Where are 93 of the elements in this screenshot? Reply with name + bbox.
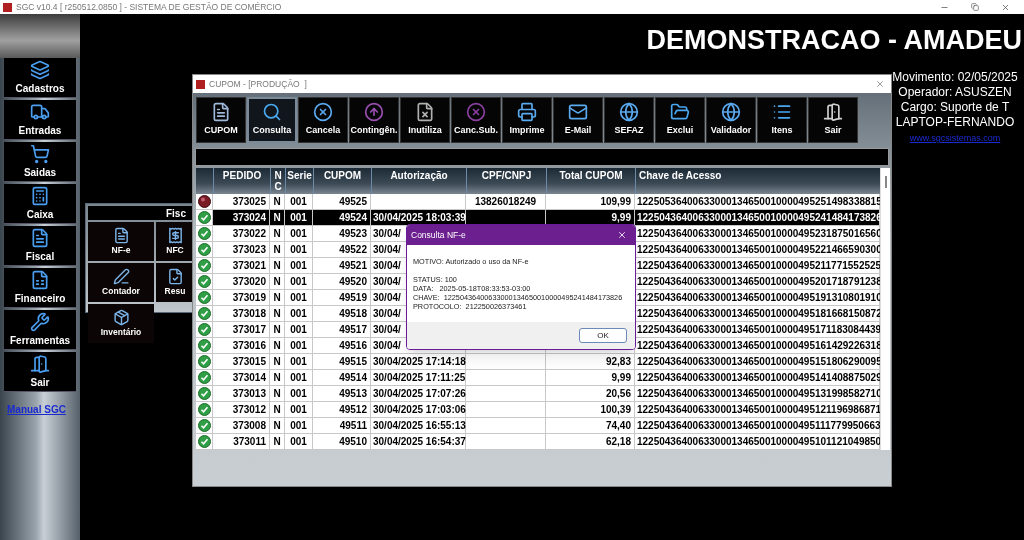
- exit-icon: [30, 353, 50, 374]
- header-title: DEMONSTRACAO - AMADEU: [646, 24, 1022, 57]
- cancel-icon: [466, 102, 486, 123]
- sidebar-button[interactable]: Cadastros: [4, 58, 76, 98]
- panel-item[interactable]: Inventário: [88, 304, 154, 343]
- toolbar-button[interactable]: Itens: [757, 97, 807, 143]
- table-row[interactable]: 373013 N 001 49513 30/04/2025 17:07:26 20,56 12250436400633000134650010000495131998582710: [196, 386, 880, 402]
- panel-item[interactable]: Resu: [156, 263, 194, 302]
- sidebar-button[interactable]: Caixa: [4, 184, 76, 224]
- sheet-icon: [30, 269, 50, 290]
- info-text: Operador: ASUSZEN: [898, 85, 1012, 100]
- table-cell: 001: [285, 210, 313, 226]
- dialog-title: Consulta NF-e: [411, 228, 466, 242]
- check-status-icon: [197, 419, 211, 432]
- info-text: Cargo: Suporte de T: [900, 100, 1010, 115]
- table-row[interactable]: 373012 N 001 49512 30/04/2025 17:03:06 100,39 12250436400633000134650010000495121196986871: [196, 402, 880, 418]
- close-icon[interactable]: [617, 230, 627, 240]
- globe-icon: [619, 102, 639, 123]
- toolbar-button[interactable]: Validador: [706, 97, 756, 143]
- sidebar-button[interactable]: Financeiro: [4, 268, 76, 308]
- stack-icon: [30, 59, 50, 80]
- toolbar-button[interactable]: Sair: [808, 97, 858, 143]
- close-icon[interactable]: [1001, 2, 1010, 12]
- table-row[interactable]: 373008 N 001 49511 30/04/2025 16:55:13 74,40 12250436400633000134650010000495111779950663: [196, 418, 880, 434]
- table-cell: N: [270, 210, 285, 226]
- document-icon: [166, 267, 184, 285]
- table-cell: 62,18: [546, 434, 635, 450]
- toolbar-button[interactable]: Canc.Sub.: [451, 97, 501, 143]
- sidebar-button[interactable]: Sair: [4, 352, 76, 392]
- sidebar-button[interactable]: Fiscal: [4, 226, 76, 266]
- toolbar-button[interactable]: Consulta: [247, 97, 297, 143]
- info-text: LAPTOP-FERNANDO: [895, 115, 1015, 130]
- check-status-icon: [197, 211, 211, 224]
- panel-item[interactable]: NFC: [156, 222, 194, 261]
- window-title: CUPOM - [PRODUÇÃO ]: [209, 77, 307, 91]
- check-status-icon: [197, 435, 211, 448]
- box-icon: [112, 308, 130, 326]
- cart-icon: [30, 143, 50, 164]
- panel-title: Fisc: [166, 206, 186, 221]
- table-row[interactable]: 373025 N 001 49525 13826018249 109,99 12250536400633000134650010000495251498338815: [196, 194, 880, 210]
- panel-item[interactable]: NF-e: [88, 222, 154, 261]
- panel-item[interactable]: Contador: [88, 263, 154, 302]
- printer-icon: [517, 102, 537, 123]
- search-bar[interactable]: [195, 148, 889, 166]
- toolbar-button[interactable]: E-Mail: [553, 97, 603, 143]
- toolbar-button[interactable]: Imprime: [502, 97, 552, 143]
- mail-icon: [568, 102, 588, 123]
- document-icon: [30, 227, 50, 248]
- ok-button[interactable]: OK: [579, 328, 627, 343]
- exit-icon: [823, 102, 843, 123]
- check-status-icon: [197, 387, 211, 400]
- toolbar-button[interactable]: Contingên.: [349, 97, 399, 143]
- table-cell: 001: [285, 434, 313, 450]
- scrollbar[interactable]: [880, 168, 890, 450]
- check-status-icon: [197, 307, 211, 320]
- upload-icon: [364, 102, 384, 123]
- table-cell: 373011: [213, 434, 270, 450]
- table-row[interactable]: 373015 N 001 49515 30/04/2025 17:14:18 92,83 12250436400633000134650010000495151806290095: [196, 354, 880, 370]
- table-cell: N: [270, 434, 285, 450]
- table-cell: 49524: [313, 210, 371, 226]
- table-row[interactable]: 373014 N 001 49514 30/04/2025 17:11:25 9,99 12250436400633000134650010000495141408875029: [196, 370, 880, 386]
- globe-icon: [721, 102, 741, 123]
- sidebar-button[interactable]: Ferramentas: [4, 310, 76, 350]
- table-cell: 30/04/2025 16:54:37: [371, 434, 466, 450]
- table-cell: 373024: [213, 210, 270, 226]
- pending-status-icon: [197, 195, 211, 208]
- table-cell: 49510: [313, 434, 371, 450]
- window-title: SGC v10.4 [ r250512.0850 ] - SISTEMA DE GESTÃO DE COMÉRCIO: [16, 0, 282, 14]
- toolbar-button[interactable]: Inutiliza: [400, 97, 450, 143]
- sidebar-button[interactable]: Entradas: [4, 100, 76, 140]
- check-status-icon: [197, 371, 211, 384]
- toolbar-button[interactable]: SEFAZ: [604, 97, 654, 143]
- document-icon: [415, 102, 435, 123]
- toolbar-button[interactable]: Cancela: [298, 97, 348, 143]
- pen-icon: [112, 267, 130, 285]
- app-logo-icon: [3, 2, 12, 12]
- table-cell: 12250436400633000134650010000495101121049850: [635, 434, 880, 450]
- app-logo-icon: [196, 79, 205, 89]
- sidebar-button[interactable]: Saidas: [4, 142, 76, 182]
- document-icon: [211, 102, 231, 123]
- toolbar-button[interactable]: CUPOM: [196, 97, 246, 143]
- tools-icon: [30, 311, 50, 332]
- restore-icon[interactable]: [971, 3, 979, 11]
- cash-register-icon: [30, 185, 50, 206]
- search-icon: [262, 102, 282, 123]
- document-icon: [112, 226, 130, 244]
- manual-link[interactable]: Manual SGC: [7, 402, 66, 417]
- receipt-icon: [166, 226, 184, 244]
- cancel-icon: [313, 102, 333, 123]
- toolbar-button[interactable]: Exclui: [655, 97, 705, 143]
- info-text: Movimento: 02/05/2025: [892, 70, 1018, 85]
- check-status-icon: [197, 403, 211, 416]
- table-row[interactable]: 373011 N 001 49510 30/04/2025 16:54:37 62,18 12250436400633000134650010000495101121049850: [196, 434, 880, 450]
